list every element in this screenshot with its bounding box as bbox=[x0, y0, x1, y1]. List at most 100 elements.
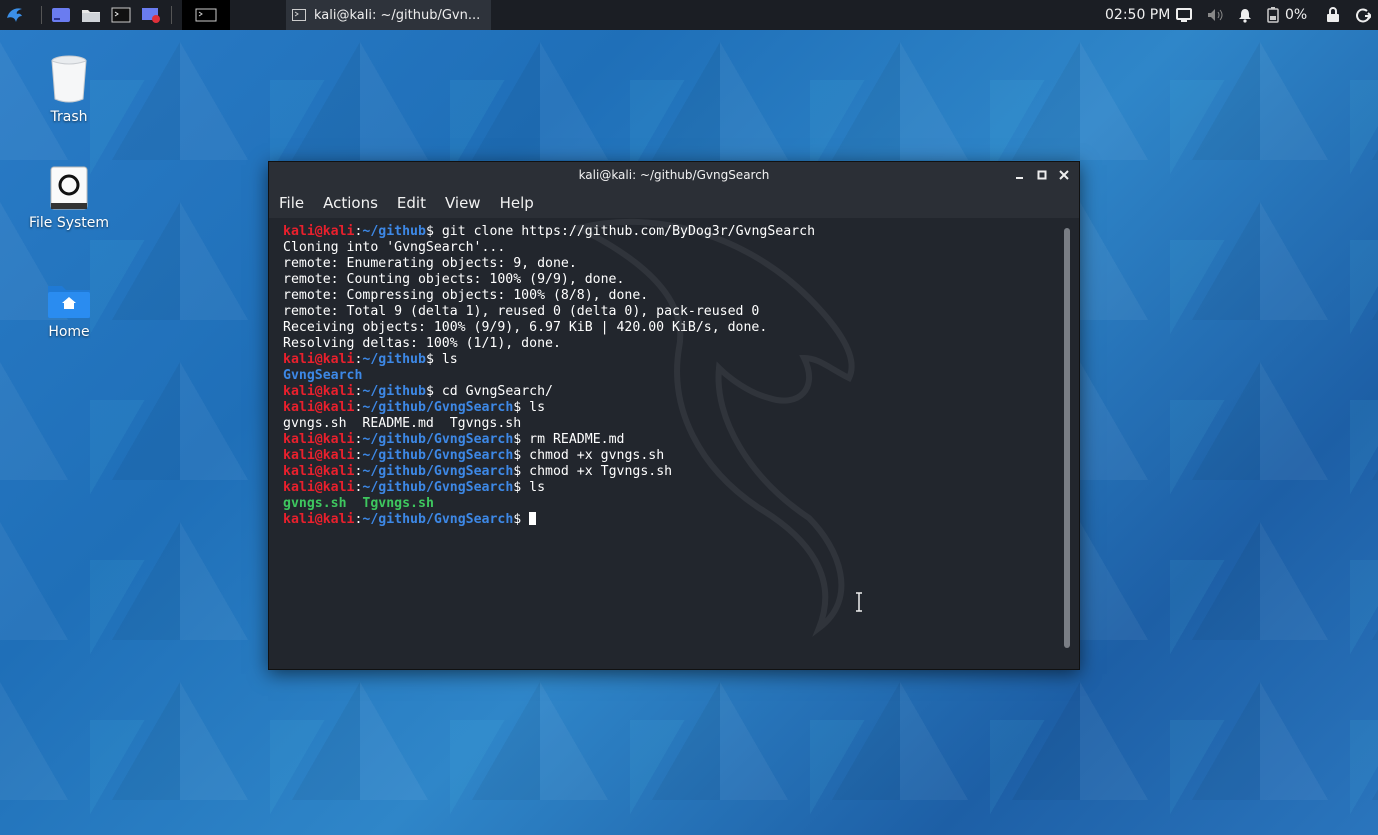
desktop-icon-file-system[interactable]: File System bbox=[9, 165, 129, 231]
terminal-line: remote: Counting objects: 100% (9/9), do… bbox=[283, 272, 815, 288]
prompt-path: ~/github/GvngSearch bbox=[362, 512, 514, 527]
battery-percentage: 0% bbox=[1285, 7, 1308, 23]
desktop-icon-home[interactable]: Home bbox=[9, 282, 129, 340]
terminal-icon bbox=[111, 7, 131, 23]
prompt-user: kali@kali bbox=[283, 384, 355, 399]
trash-icon bbox=[51, 55, 87, 103]
prompt-path: ~/github bbox=[362, 384, 426, 399]
show-desktop-launcher[interactable] bbox=[50, 5, 72, 25]
output-text: gvngs.sh README.md Tgvngs.sh bbox=[283, 416, 522, 431]
top-panel: kali@kali: ~/github/Gvn... 02:50 PM 0% bbox=[0, 0, 1378, 30]
terminal-line: kali@kali:~/github$ git clone https://gi… bbox=[283, 224, 815, 240]
executable-entry: Tgvngs.sh bbox=[362, 496, 434, 511]
display-icon bbox=[1176, 8, 1192, 22]
output-text: remote: Enumerating objects: 9, done. bbox=[283, 256, 577, 271]
terminal-line: kali@kali:~/github/GvngSearch$ chmod +x … bbox=[283, 464, 815, 480]
terminal-line: remote: Enumerating objects: 9, done. bbox=[283, 256, 815, 272]
command-text: cd GvngSearch/ bbox=[433, 384, 553, 399]
prompt-user: kali@kali bbox=[283, 464, 355, 479]
terminal-line: kali@kali:~/github/GvngSearch$ bbox=[283, 512, 815, 528]
menu-view[interactable]: View bbox=[445, 194, 481, 212]
logout-button[interactable] bbox=[1354, 6, 1372, 24]
command-text: ls bbox=[521, 480, 546, 495]
file-manager-launcher[interactable] bbox=[80, 5, 102, 25]
workspace-window-icon bbox=[195, 8, 217, 22]
lock-screen-button[interactable] bbox=[1324, 6, 1342, 24]
display-tray-button[interactable] bbox=[1175, 6, 1193, 24]
workspace-pager[interactable] bbox=[182, 0, 230, 30]
prompt-path: ~/github/GvngSearch bbox=[362, 464, 514, 479]
terminal-launcher[interactable] bbox=[110, 5, 132, 25]
desktop-icon-label: File System bbox=[28, 215, 110, 231]
battery-icon bbox=[1267, 7, 1279, 23]
desktop-icon-trash[interactable]: Trash bbox=[9, 55, 129, 125]
window-titlebar[interactable]: kali@kali: ~/github/GvngSearch bbox=[269, 162, 1079, 188]
prompt-user: kali@kali bbox=[283, 480, 355, 495]
terminal-lines: kali@kali:~/github$ git clone https://gi… bbox=[283, 224, 815, 528]
terminal-line: Resolving deltas: 100% (1/1), done. bbox=[283, 336, 815, 352]
close-icon bbox=[1059, 170, 1069, 180]
output-text: remote: Compressing objects: 100% (8/8),… bbox=[283, 288, 649, 303]
terminal-line: kali@kali:~/github/GvngSearch$ ls bbox=[283, 400, 815, 416]
command-text: chmod +x gvngs.sh bbox=[521, 448, 665, 463]
battery-tray-button[interactable] bbox=[1264, 6, 1282, 24]
terminal-line: remote: Total 9 (delta 1), reused 0 (del… bbox=[283, 304, 815, 320]
directory-entry: GvngSearch bbox=[283, 368, 363, 383]
volume-icon bbox=[1208, 9, 1223, 21]
terminal-line: kali@kali:~/github/GvngSearch$ rm README… bbox=[283, 432, 815, 448]
minimize-icon bbox=[1016, 177, 1023, 179]
folder-icon bbox=[82, 10, 100, 22]
prompt-user: kali@kali bbox=[283, 224, 355, 239]
panel-separator bbox=[171, 6, 172, 24]
terminal-line: GvngSearch bbox=[283, 368, 815, 384]
notifications-tray-button[interactable] bbox=[1236, 6, 1254, 24]
terminal-line: gvngs.sh README.md Tgvngs.sh bbox=[283, 416, 815, 432]
prompt-path: ~/github/GvngSearch bbox=[362, 480, 514, 495]
desktop-icon bbox=[52, 8, 70, 22]
prompt-path: ~/github bbox=[362, 224, 426, 239]
prompt-user: kali@kali bbox=[283, 432, 355, 447]
logout-icon bbox=[1356, 8, 1371, 23]
menu-actions[interactable]: Actions bbox=[323, 194, 378, 212]
terminal-line: kali@kali:~/github$ cd GvngSearch/ bbox=[283, 384, 815, 400]
command-text bbox=[521, 512, 529, 527]
terminal-line: kali@kali:~/github$ ls bbox=[283, 352, 815, 368]
kali-dragon-icon bbox=[7, 8, 22, 22]
menu-bar: File Actions Edit View Help bbox=[269, 188, 1079, 218]
output-text: Cloning into 'GvngSearch'... bbox=[283, 240, 506, 255]
command-text: ls bbox=[521, 400, 546, 415]
prompt-path: ~/github/GvngSearch bbox=[362, 448, 514, 463]
close-button[interactable] bbox=[1055, 166, 1073, 184]
screen-recorder-launcher[interactable] bbox=[140, 5, 162, 25]
kali-menu-button[interactable] bbox=[0, 0, 30, 30]
scrollbar-thumb[interactable] bbox=[1064, 228, 1070, 648]
command-text: rm README.md bbox=[521, 432, 625, 447]
window-title: kali@kali: ~/github/GvngSearch bbox=[578, 168, 770, 182]
drive-icon bbox=[50, 166, 88, 210]
desktop-icon-label: Trash bbox=[50, 109, 88, 125]
terminal-output-area[interactable]: kali@kali:~/github$ git clone https://gi… bbox=[269, 218, 1079, 669]
terminal-line: remote: Compressing objects: 100% (8/8),… bbox=[283, 288, 815, 304]
home-folder-icon bbox=[48, 286, 90, 318]
terminal-line: Receiving objects: 100% (9/9), 6.97 KiB … bbox=[283, 320, 815, 336]
clock[interactable]: 02:50 PM bbox=[1105, 7, 1170, 23]
output-text: remote: Counting objects: 100% (9/9), do… bbox=[283, 272, 625, 287]
taskbar-item-terminal[interactable]: kali@kali: ~/github/Gvn... bbox=[286, 0, 491, 30]
minimize-button[interactable] bbox=[1011, 166, 1029, 184]
prompt-user: kali@kali bbox=[283, 352, 355, 367]
maximize-button[interactable] bbox=[1033, 166, 1051, 184]
text-cursor-icon bbox=[856, 592, 862, 612]
command-text: git clone https://github.com/ByDog3r/Gvn… bbox=[433, 224, 816, 239]
executable-entry: gvngs.sh bbox=[283, 496, 347, 511]
taskbar-item-label: kali@kali: ~/github/Gvn... bbox=[314, 7, 481, 23]
menu-help[interactable]: Help bbox=[500, 194, 534, 212]
volume-tray-button[interactable] bbox=[1206, 6, 1224, 24]
panel-separator bbox=[41, 6, 42, 24]
menu-file[interactable]: File bbox=[279, 194, 304, 212]
menu-edit[interactable]: Edit bbox=[397, 194, 426, 212]
terminal-icon bbox=[292, 9, 306, 21]
maximize-icon bbox=[1037, 170, 1047, 180]
scrollbar[interactable] bbox=[1063, 228, 1071, 648]
prompt-symbol: $ bbox=[425, 224, 434, 239]
